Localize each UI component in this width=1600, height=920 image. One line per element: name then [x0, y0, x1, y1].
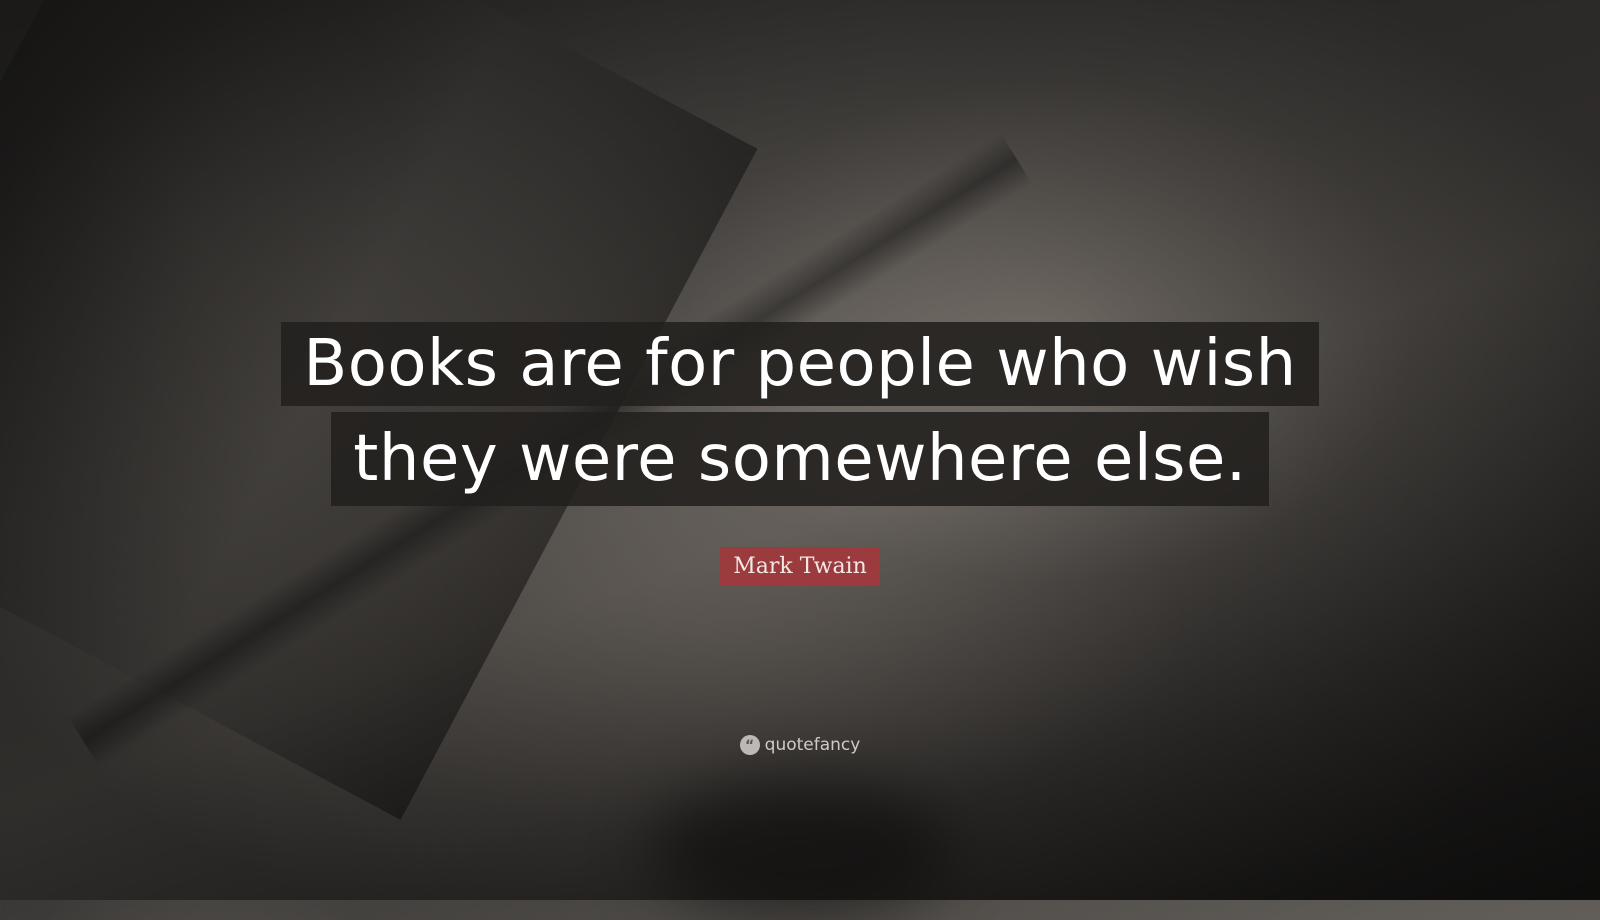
quotefancy-logo: “quotefancy: [0, 735, 1600, 755]
quote-text: they were somewhere else.: [331, 412, 1269, 506]
brand-name: quotefancy: [764, 735, 861, 755]
author-badge: Mark Twain: [0, 547, 1600, 586]
quote-line-1: Books are for people who wish: [0, 322, 1600, 406]
author-name: Mark Twain: [720, 547, 880, 586]
quote-line-2: they were somewhere else.: [0, 412, 1600, 506]
quote-mark-icon: “: [739, 735, 760, 755]
quote-text: Books are for people who wish: [281, 322, 1319, 406]
